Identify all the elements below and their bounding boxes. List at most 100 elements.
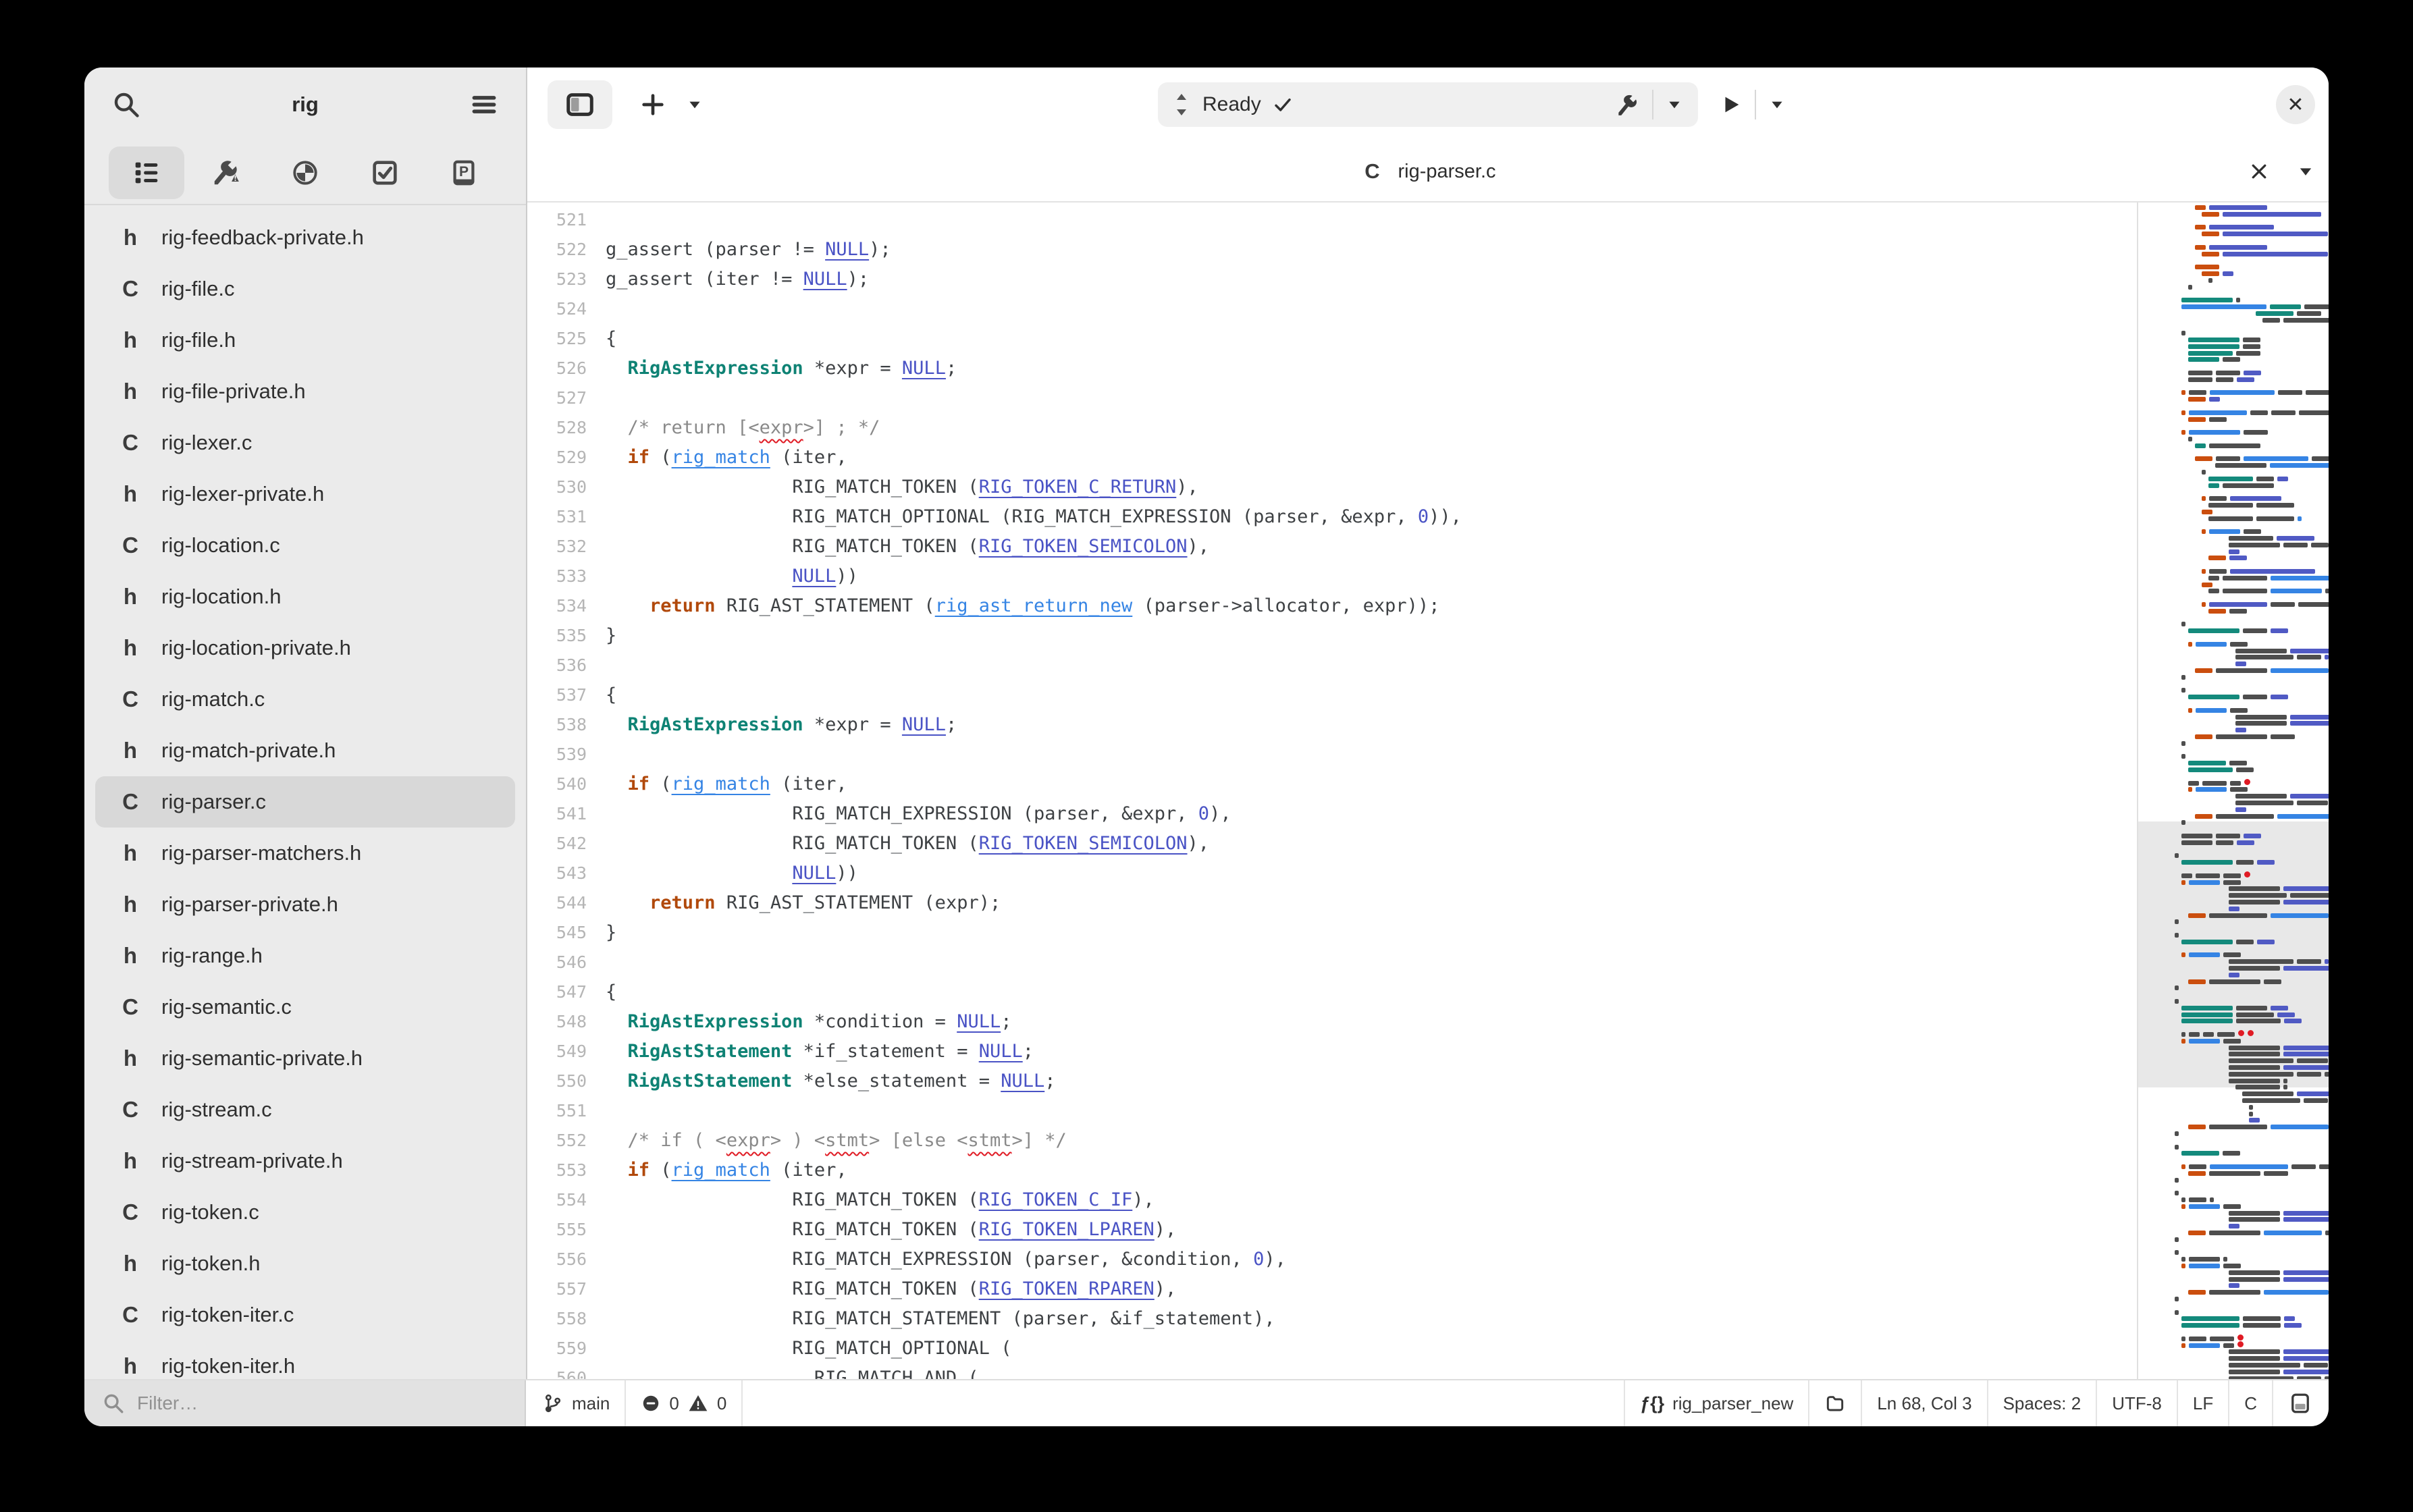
file-row-rig-stream-private.h[interactable]: h rig-stream-private.h bbox=[95, 1135, 515, 1187]
minimap-bar bbox=[2223, 271, 2233, 276]
code-line-559[interactable]: 559 RIG_MATCH_OPTIONAL ( bbox=[527, 1334, 2137, 1364]
code-line-552[interactable]: 552 /* if ( <expr> ) <stmt> [else <stmt>… bbox=[527, 1126, 2137, 1156]
code-line-560[interactable]: 560 RIG_MATCH_AND ( bbox=[527, 1364, 2137, 1379]
code-line-527[interactable]: 527 bbox=[527, 383, 2137, 413]
filter-bar[interactable]: Filter… bbox=[84, 1380, 526, 1426]
window-close-button[interactable]: ✕ bbox=[2276, 85, 2315, 124]
run-menu-chevron-icon[interactable] bbox=[1768, 96, 1786, 113]
file-row-rig-semantic.c[interactable]: Crig-semantic.c bbox=[95, 981, 515, 1033]
code-line-537[interactable]: 537 { bbox=[527, 680, 2137, 710]
code-line-544[interactable]: 544 return RIG_AST_STATEMENT (expr); bbox=[527, 888, 2137, 918]
code-line-556[interactable]: 556 RIG_MATCH_EXPRESSION (parser, &condi… bbox=[527, 1245, 2137, 1274]
file-row-rig-parser.c[interactable]: Crig-parser.c bbox=[95, 776, 515, 828]
panel-tab-todo[interactable] bbox=[347, 146, 423, 199]
new-tab-button[interactable] bbox=[631, 83, 674, 126]
code-line-530[interactable]: 530 RIG_MATCH_TOKEN (RIG_TOKEN_C_RETURN)… bbox=[527, 473, 2137, 502]
code-line-549[interactable]: 549 RigAstStatement *if_statement = NULL… bbox=[527, 1037, 2137, 1066]
menu-button[interactable] bbox=[462, 83, 506, 126]
code-line-546[interactable]: 546 bbox=[527, 948, 2137, 977]
file-row-rig-token.c[interactable]: Crig-token.c bbox=[95, 1187, 515, 1238]
file-row-rig-semantic-private.h[interactable]: h rig-semantic-private.h bbox=[95, 1033, 515, 1084]
keyboard-button[interactable] bbox=[2288, 1391, 2312, 1415]
code-line-551[interactable]: 551 bbox=[527, 1096, 2137, 1126]
tab-close-icon[interactable] bbox=[2249, 161, 2269, 182]
file-row-rig-token.h[interactable]: h rig-token.h bbox=[95, 1238, 515, 1289]
code-line-545[interactable]: 545} bbox=[527, 918, 2137, 948]
source-editor[interactable]: 521 522 g_assert (parser != NULL); 523 g_ass… bbox=[527, 202, 2137, 1379]
file-row-rig-parser-private.h[interactable]: h rig-parser-private.h bbox=[95, 879, 515, 930]
file-row-rig-feedback-private.h[interactable]: h rig-feedback-private.h bbox=[95, 212, 515, 263]
tab-menu-chevron-icon[interactable] bbox=[2296, 162, 2315, 181]
build-menu-chevron-icon[interactable] bbox=[1666, 96, 1683, 113]
code-line-553[interactable]: 553 if (rig_match (iter, bbox=[527, 1156, 2137, 1185]
search-button[interactable] bbox=[105, 83, 148, 126]
panel-tab-documentation[interactable]: P bbox=[426, 146, 502, 199]
file-row-rig-location-private.h[interactable]: h rig-location-private.h bbox=[95, 622, 515, 674]
code-line-521[interactable]: 521 bbox=[527, 205, 2137, 235]
code-line-523[interactable]: 523 g_assert (iter != NULL); bbox=[527, 265, 2137, 294]
file-row-rig-token-iter.c[interactable]: Crig-token-iter.c bbox=[95, 1289, 515, 1341]
code-line-548[interactable]: 548 RigAstExpression *condition = NULL; bbox=[527, 1007, 2137, 1037]
language-button[interactable]: C bbox=[2244, 1393, 2257, 1414]
file-row-rig-range.h[interactable]: h rig-range.h bbox=[95, 930, 515, 981]
file-row-rig-file.c[interactable]: Crig-file.c bbox=[95, 263, 515, 315]
panel-tab-project-list[interactable] bbox=[109, 146, 184, 199]
current-symbol-button[interactable]: ƒ{} rig_parser_new bbox=[1640, 1393, 1793, 1414]
indentation-button[interactable]: Spaces: 2 bbox=[2003, 1393, 2081, 1414]
diagnostics-button[interactable]: 0 0 bbox=[641, 1393, 726, 1414]
minimap[interactable] bbox=[2137, 202, 2329, 1379]
file-row-rig-lexer.c[interactable]: Crig-lexer.c bbox=[95, 417, 515, 468]
cursor-position-button[interactable]: Ln 68, Col 3 bbox=[1877, 1393, 1971, 1414]
code-line-528[interactable]: 528 /* return [<expr>] ; */ bbox=[527, 413, 2137, 443]
code-line-536[interactable]: 536 bbox=[527, 651, 2137, 680]
panel-tab-profiler[interactable] bbox=[267, 146, 343, 199]
minimap-row bbox=[2229, 1210, 2329, 1216]
line-ending-button[interactable]: LF bbox=[2193, 1393, 2213, 1414]
code-line-531[interactable]: 531 RIG_MATCH_OPTIONAL (RIG_MATCH_EXPRES… bbox=[527, 502, 2137, 532]
file-row-rig-stream.c[interactable]: Crig-stream.c bbox=[95, 1084, 515, 1135]
panel-tab-build-warnings[interactable] bbox=[188, 146, 264, 199]
file-row-rig-location.h[interactable]: h rig-location.h bbox=[95, 571, 515, 622]
project-folder-button[interactable] bbox=[1824, 1393, 1846, 1414]
file-row-rig-match-private.h[interactable]: h rig-match-private.h bbox=[95, 725, 515, 776]
file-row-rig-file-private.h[interactable]: h rig-file-private.h bbox=[95, 366, 515, 417]
new-tab-menu-button[interactable] bbox=[681, 83, 708, 126]
code-line-542[interactable]: 542 RIG_MATCH_TOKEN (RIG_TOKEN_SEMICOLON… bbox=[527, 829, 2137, 859]
code-line-534[interactable]: 534 return RIG_AST_STATEMENT (rig_ast_re… bbox=[527, 591, 2137, 621]
code-line-550[interactable]: 550 RigAstStatement *else_statement = NU… bbox=[527, 1066, 2137, 1096]
tab-rig-parser[interactable]: C rig-parser.c bbox=[1360, 159, 1495, 184]
line-number: 546 bbox=[556, 952, 587, 972]
code-line-529[interactable]: 529 if (rig_match (iter, bbox=[527, 443, 2137, 473]
run-icon[interactable] bbox=[1720, 93, 1743, 116]
code-line-557[interactable]: 557 RIG_MATCH_TOKEN (RIG_TOKEN_RPAREN), bbox=[527, 1274, 2137, 1304]
toggle-sidebar-button[interactable] bbox=[548, 80, 612, 129]
file-row-rig-location.c[interactable]: Crig-location.c bbox=[95, 520, 515, 571]
code-line-547[interactable]: 547 { bbox=[527, 977, 2137, 1007]
file-row-rig-token-iter.h[interactable]: h rig-token-iter.h bbox=[95, 1341, 515, 1379]
code-line-541[interactable]: 541 RIG_MATCH_EXPRESSION (parser, &expr,… bbox=[527, 799, 2137, 829]
code-line-539[interactable]: 539 bbox=[527, 740, 2137, 770]
code-line-533[interactable]: 533 NULL)) bbox=[527, 562, 2137, 591]
code-line-558[interactable]: 558 RIG_MATCH_STATEMENT (parser, &if_sta… bbox=[527, 1304, 2137, 1334]
code-line-555[interactable]: 555 RIG_MATCH_TOKEN (RIG_TOKEN_LPAREN), bbox=[527, 1215, 2137, 1245]
code-line-532[interactable]: 532 RIG_MATCH_TOKEN (RIG_TOKEN_SEMICOLON… bbox=[527, 532, 2137, 562]
file-row-rig-parser-matchers.h[interactable]: h rig-parser-matchers.h bbox=[95, 828, 515, 879]
build-hammer-icon[interactable] bbox=[1614, 92, 1640, 117]
code-line-524[interactable]: 524 bbox=[527, 294, 2137, 324]
branch-button[interactable]: main bbox=[542, 1393, 610, 1414]
code-line-535[interactable]: 535} bbox=[527, 621, 2137, 651]
code-line-526[interactable]: 526 RigAstExpression *expr = NULL; bbox=[527, 354, 2137, 383]
encoding-button[interactable]: UTF-8 bbox=[2112, 1393, 2162, 1414]
code-line-522[interactable]: 522 g_assert (parser != NULL); bbox=[527, 235, 2137, 265]
omnibar[interactable]: Ready bbox=[1158, 82, 1698, 127]
file-row-rig-match.c[interactable]: Crig-match.c bbox=[95, 674, 515, 725]
code-line-554[interactable]: 554 RIG_MATCH_TOKEN (RIG_TOKEN_C_IF), bbox=[527, 1185, 2137, 1215]
code-line-538[interactable]: 538 RigAstExpression *expr = NULL; bbox=[527, 710, 2137, 740]
code-line-540[interactable]: 540 if (rig_match (iter, bbox=[527, 770, 2137, 799]
code-line-525[interactable]: 525 { bbox=[527, 324, 2137, 354]
minimap-row bbox=[2175, 1131, 2179, 1136]
file-row-rig-file.h[interactable]: h rig-file.h bbox=[95, 315, 515, 366]
file-row-rig-lexer-private.h[interactable]: h rig-lexer-private.h bbox=[95, 468, 515, 520]
code-line-543[interactable]: 543 NULL)) bbox=[527, 859, 2137, 888]
minimap-bar bbox=[2237, 840, 2254, 845]
